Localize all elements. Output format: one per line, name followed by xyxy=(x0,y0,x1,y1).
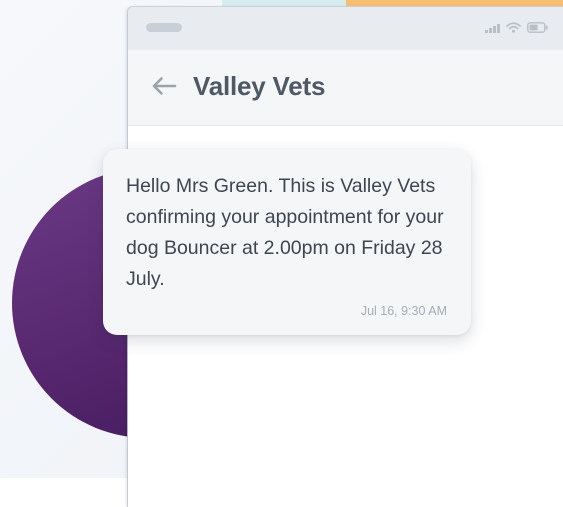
signal-icon xyxy=(485,23,500,33)
back-button[interactable] xyxy=(148,70,180,102)
status-icons xyxy=(485,22,548,33)
arrow-left-icon xyxy=(152,77,177,95)
contact-name-title: Valley Vets xyxy=(193,71,326,101)
message-bubble[interactable]: Hello Mrs Green. This is Valley Vets con… xyxy=(103,149,471,335)
battery-icon xyxy=(526,22,548,33)
wifi-icon xyxy=(505,22,521,33)
app-header: Valley Vets xyxy=(128,50,563,126)
message-text: Hello Mrs Green. This is Valley Vets con… xyxy=(126,175,444,290)
status-bar-pill xyxy=(146,23,182,32)
status-bar xyxy=(128,7,563,50)
message-timestamp: Jul 16, 9:30 AM xyxy=(360,304,447,318)
